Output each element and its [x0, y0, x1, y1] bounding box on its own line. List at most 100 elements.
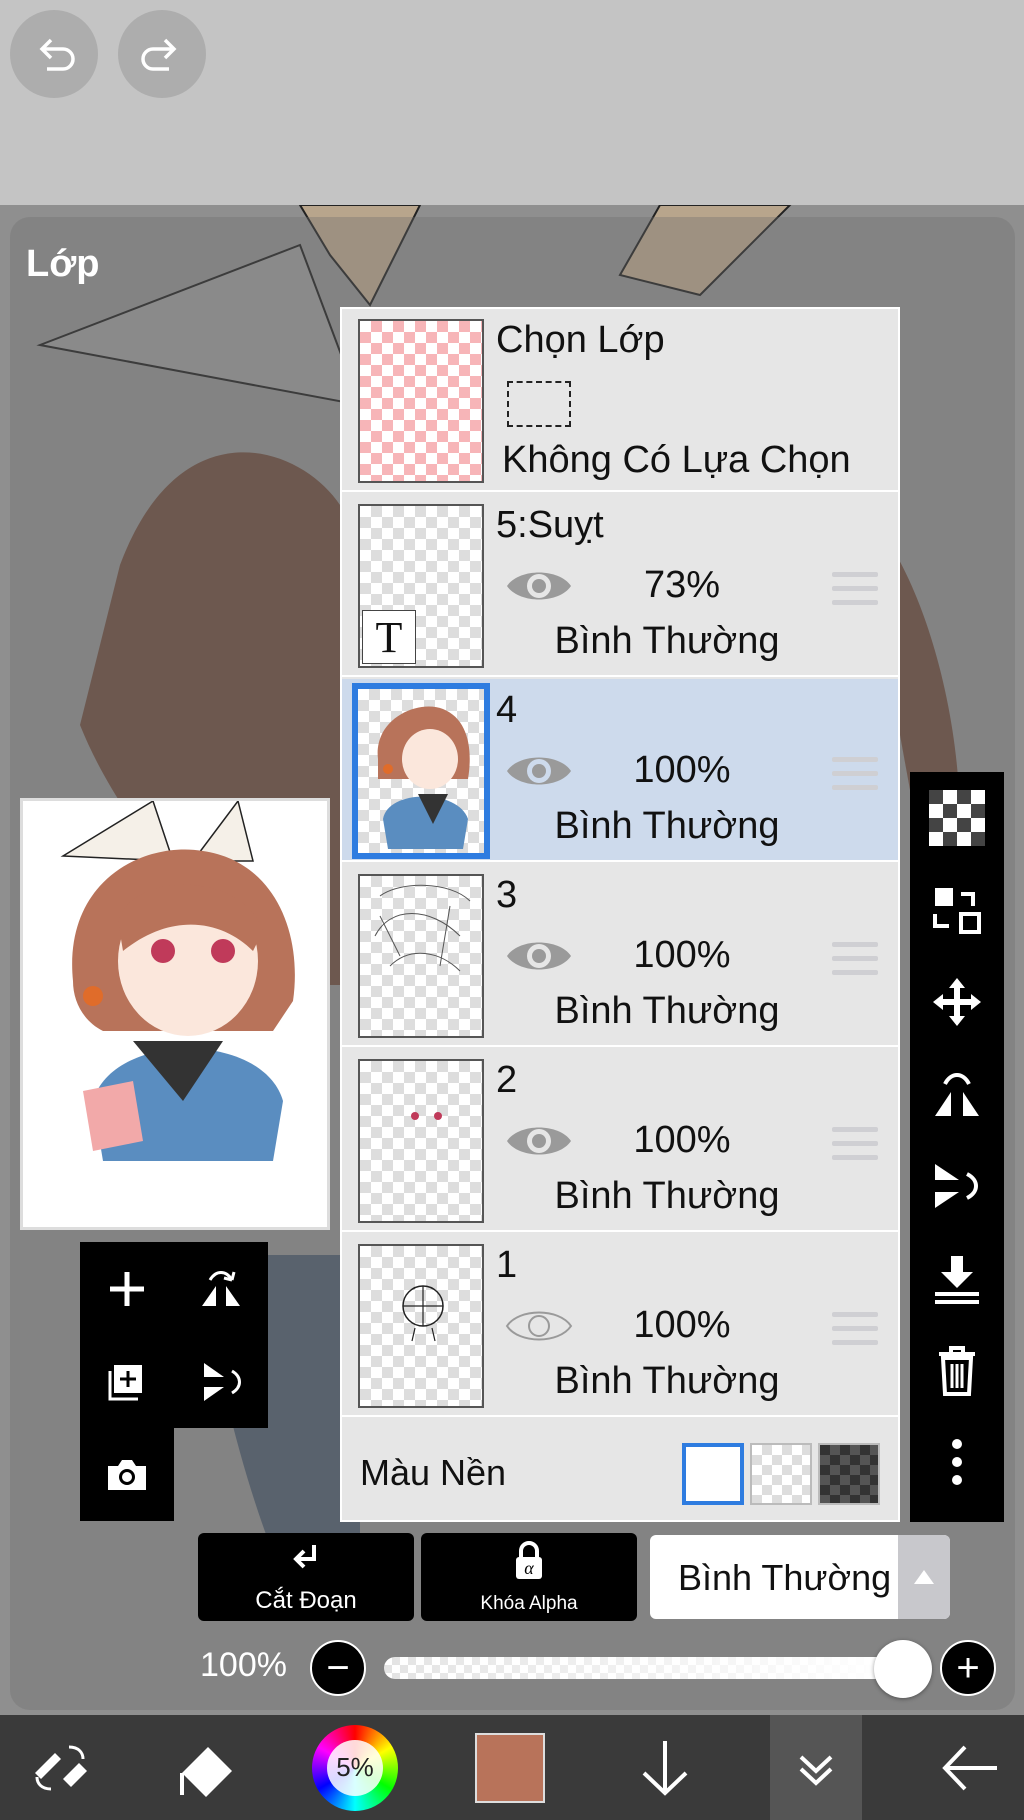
alpha-lock-button[interactable]: α Khóa Alpha [421, 1533, 637, 1621]
layer-blend-mode: Bình Thường [554, 805, 780, 847]
fill-tool-button[interactable] [155, 1715, 255, 1820]
svg-text:α: α [524, 1558, 534, 1578]
undo-icon [39, 38, 75, 71]
drag-handle-icon[interactable] [832, 1312, 878, 1348]
layer-thumbnail: T [358, 504, 484, 668]
layer-opacity[interactable]: 100% [582, 934, 782, 977]
flip-horizontal-icon [202, 1270, 240, 1306]
minus-icon: − [326, 1646, 350, 1690]
layer-opacity[interactable]: 100% [582, 1119, 782, 1162]
layer-name: 4 [496, 689, 518, 731]
opacity-slider-knob[interactable] [874, 1640, 932, 1698]
add-layer-button[interactable] [80, 1242, 174, 1335]
layer-opacity[interactable]: 73% [582, 564, 782, 607]
background-transparent-swatch[interactable] [750, 1443, 812, 1505]
undo-button[interactable] [10, 10, 98, 98]
layer-row-3[interactable]: 3 100% Bình Thường [342, 864, 898, 1047]
back-button[interactable] [920, 1715, 1020, 1820]
background-label: Màu Nền [360, 1452, 507, 1493]
layer-thumbnail [352, 683, 490, 859]
color-wheel-button[interactable]: 5% [305, 1715, 405, 1820]
tool-switch-button[interactable] [10, 1715, 110, 1820]
brush-eraser-swap-icon [35, 1745, 87, 1790]
panel-title: Lớp [26, 243, 100, 285]
move-icon [933, 978, 981, 1026]
eye-hidden-icon[interactable] [504, 1304, 574, 1348]
right-toolbar [910, 772, 1004, 1522]
duplicate-icon [108, 1364, 142, 1400]
current-color-button[interactable] [460, 1715, 560, 1820]
trash-icon [939, 1346, 975, 1396]
layer-blend-mode: Bình Thường [554, 990, 780, 1032]
chevron-up-icon [898, 1535, 950, 1619]
delete-layer-button[interactable] [910, 1324, 1004, 1416]
redo-icon [141, 38, 177, 71]
layer-list: Chọn Lớp Không Có Lựa Chọn T 5:Suỵt 73% … [340, 307, 900, 1522]
layer-row-1[interactable]: 1 100% Bình Thường [342, 1234, 898, 1417]
opacity-value: 100% [200, 1646, 287, 1684]
selection-status: Không Có Lựa Chọn [502, 439, 851, 481]
layer-blend-mode: Bình Thường [554, 620, 780, 662]
camera-icon [108, 1459, 146, 1490]
eye-icon[interactable] [504, 564, 574, 608]
layer-blend-mode: Bình Thường [554, 1360, 780, 1402]
current-color-swatch [475, 1732, 545, 1803]
bucket-icon [180, 1746, 232, 1797]
drag-handle-icon[interactable] [832, 572, 878, 608]
alpha-lock-label: Khóa Alpha [480, 1593, 578, 1614]
layers-collapse-button[interactable] [770, 1715, 862, 1820]
drag-handle-icon[interactable] [832, 942, 878, 978]
drag-handle-icon[interactable] [832, 1127, 878, 1163]
redo-button[interactable] [118, 10, 206, 98]
drag-handle-icon[interactable] [832, 757, 878, 793]
clipping-button[interactable]: Cắt Đoạn [198, 1533, 414, 1621]
flip-vertical-icon [935, 1164, 978, 1208]
flip-horizontal-right-button[interactable] [910, 1048, 1004, 1140]
layer-row-5[interactable]: T 5:Suỵt 73% Bình Thường [342, 494, 898, 677]
layer-opacity[interactable]: 100% [582, 749, 782, 792]
layer-thumbnail [358, 874, 484, 1038]
background-color-row: Màu Nền [342, 1426, 898, 1520]
blend-mode-value: Bình Thường [678, 1557, 892, 1598]
flip-horizontal-button[interactable] [174, 1242, 268, 1335]
eye-icon[interactable] [504, 749, 574, 793]
move-button[interactable] [910, 956, 1004, 1048]
opacity-decrease-button[interactable]: − [310, 1640, 366, 1696]
lock-alpha-icon: α [516, 1541, 542, 1579]
selection-layer-row[interactable]: Chọn Lớp Không Có Lựa Chọn [342, 309, 898, 492]
camera-button[interactable] [80, 1428, 174, 1521]
more-vertical-icon [952, 1439, 962, 1485]
selection-marquee-icon [507, 381, 571, 427]
arrow-down-icon [642, 1740, 688, 1796]
blend-mode-select[interactable]: Bình Thường [650, 1535, 950, 1619]
layer-thumbnail [358, 1059, 484, 1223]
clipping-icon [293, 1545, 316, 1569]
color-wheel-icon: 5% [312, 1724, 398, 1811]
text-layer-icon: T [362, 610, 416, 664]
eye-icon[interactable] [504, 1119, 574, 1163]
transparency-button[interactable] [910, 772, 1004, 864]
layer-row-2[interactable]: 2 100% Bình Thường [342, 1049, 898, 1232]
more-options-button[interactable] [910, 1416, 1004, 1508]
merge-down-icon [935, 1256, 979, 1304]
left-tools-camera [80, 1428, 174, 1521]
canvas-preview [20, 798, 330, 1230]
background-dark-swatch[interactable] [818, 1443, 880, 1505]
background-white-swatch[interactable] [682, 1443, 744, 1505]
flip-vertical-button[interactable] [174, 1335, 268, 1428]
layer-row-4[interactable]: 4 100% Bình Thường [342, 679, 898, 862]
clipping-label: Cắt Đoạn [255, 1587, 357, 1614]
opacity-increase-button[interactable]: + [940, 1640, 996, 1696]
top-bar [0, 0, 1024, 210]
layer-opacity[interactable]: 100% [582, 1304, 782, 1347]
swap-icon [933, 888, 981, 934]
checker-icon [929, 790, 985, 846]
flip-vertical-right-button[interactable] [910, 1140, 1004, 1232]
opacity-slider-track[interactable] [384, 1657, 894, 1679]
duplicate-layer-button[interactable] [80, 1335, 174, 1428]
swap-layer-button[interactable] [910, 864, 1004, 956]
layer-name: 1 [496, 1244, 518, 1286]
eye-icon[interactable] [504, 934, 574, 978]
merge-down-button[interactable] [910, 1232, 1004, 1324]
scroll-down-button[interactable] [615, 1715, 715, 1820]
